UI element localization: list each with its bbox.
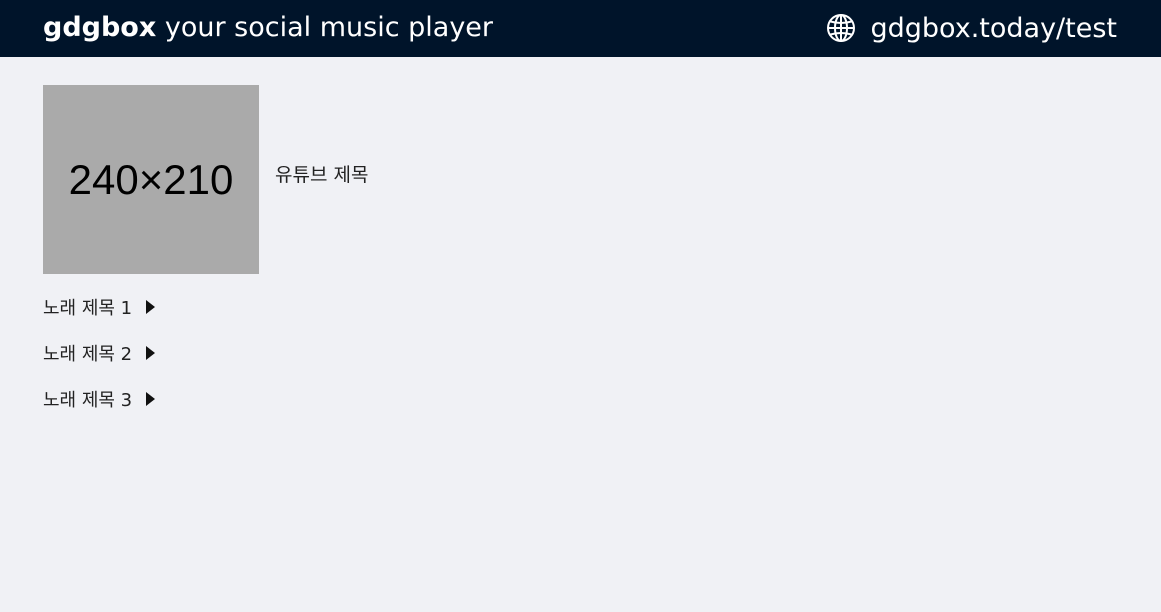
song-title: 노래 제목 3 — [43, 390, 133, 411]
thumbnail-placeholder-text: 240×210 — [68, 155, 234, 203]
video-thumbnail[interactable]: 240×210 — [43, 85, 259, 274]
top-bar: gdgbox your social music player gdgbox.t… — [0, 0, 1161, 57]
brand: gdgbox your social music player — [43, 12, 493, 44]
globe-icon — [827, 14, 856, 42]
room-url[interactable]: gdgbox.today/test — [870, 13, 1117, 44]
song-title: 노래 제목 1 — [43, 298, 133, 319]
brand-name[interactable]: gdgbox — [43, 12, 156, 43]
song-list: 노래 제목 1 노래 제목 2 노래 제목 3 — [43, 294, 156, 432]
song-title: 노래 제목 2 — [43, 344, 133, 365]
song-item[interactable]: 노래 제목 1 — [43, 294, 156, 320]
brand-tagline: your social music player — [164, 12, 494, 43]
play-icon[interactable] — [146, 392, 156, 406]
song-item[interactable]: 노래 제목 3 — [43, 386, 156, 412]
room-link[interactable]: gdgbox.today/test — [826, 12, 1117, 44]
video-title: 유튜브 제목 — [275, 164, 369, 186]
song-item[interactable]: 노래 제목 2 — [43, 340, 156, 366]
play-icon[interactable] — [146, 346, 156, 360]
play-icon[interactable] — [146, 300, 156, 314]
